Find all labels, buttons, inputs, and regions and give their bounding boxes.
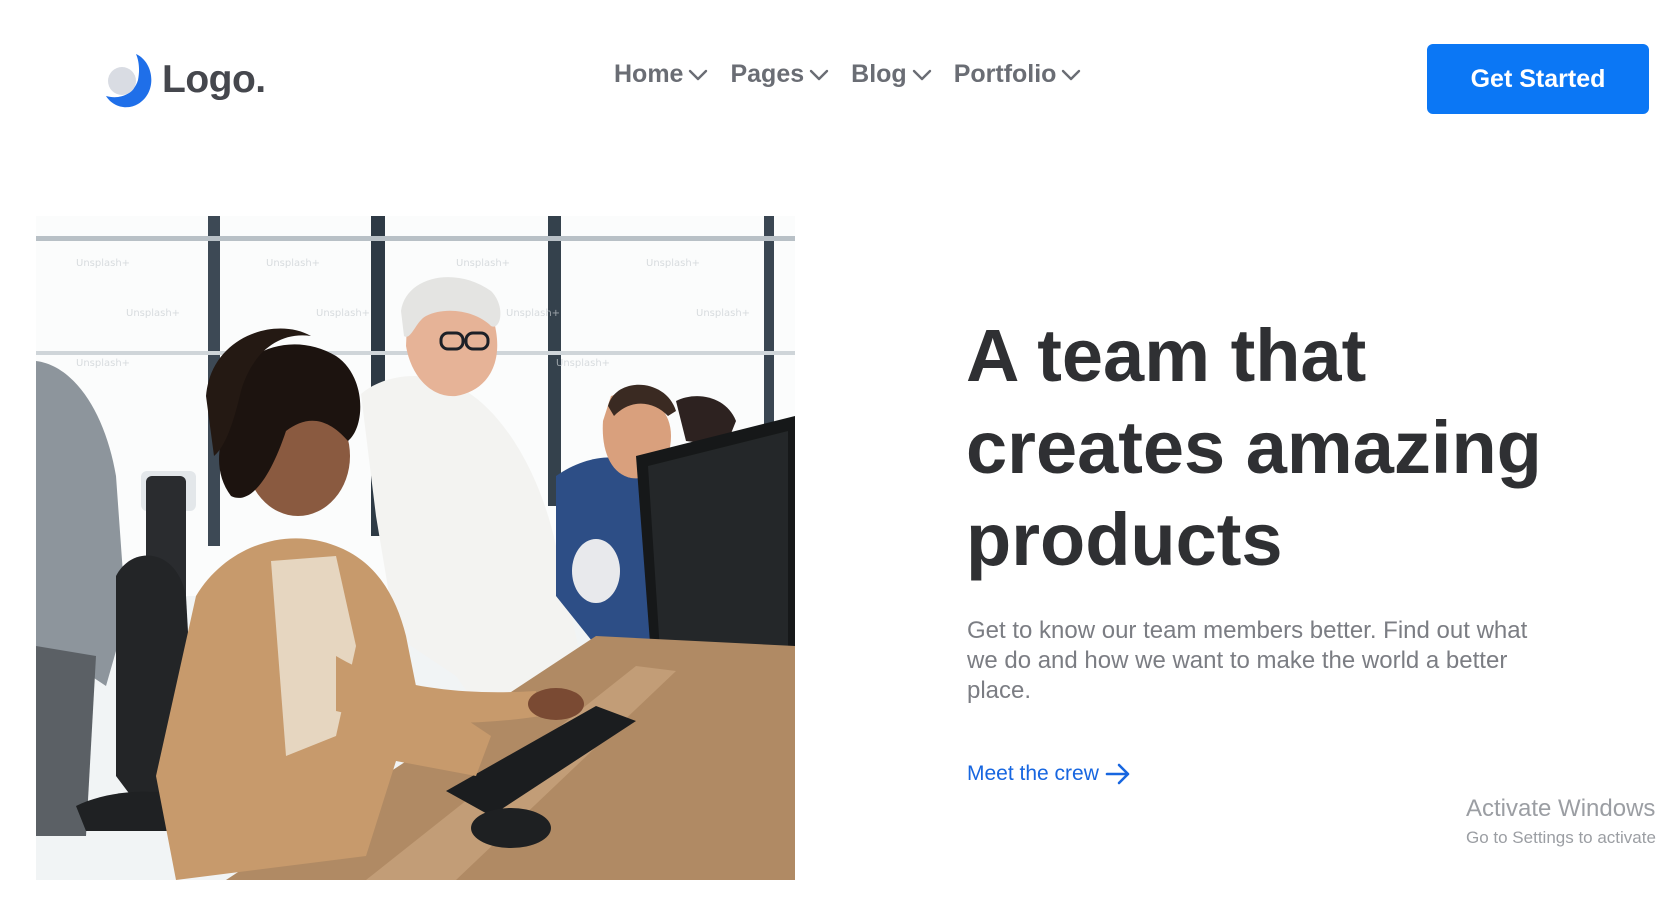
nav-item-blog[interactable]: Blog	[851, 60, 932, 89]
hero-headline: A team that creates amazing products	[966, 314, 1542, 581]
meet-the-crew-link[interactable]: Meet the crew	[967, 762, 1131, 786]
crescent-logo-icon	[106, 54, 152, 108]
svg-text:Unsplash+: Unsplash+	[76, 258, 130, 269]
svg-text:Unsplash+: Unsplash+	[506, 308, 560, 319]
nav-item-home[interactable]: Home	[614, 60, 708, 89]
nav-item-pages[interactable]: Pages	[730, 60, 829, 89]
nav-item-label: Portfolio	[953, 60, 1057, 88]
nav-item-label: Blog	[851, 60, 907, 88]
chevron-down-icon	[1062, 69, 1081, 80]
watermark-title: Activate Windows	[1466, 795, 1656, 822]
logo[interactable]: Logo.	[106, 50, 266, 110]
logo-text: Logo.	[162, 58, 266, 101]
arrow-right-icon	[1105, 763, 1130, 785]
page: Logo. Home Pages Blog Portfolio Get Star…	[0, 0, 1672, 897]
svg-text:Unsplash+: Unsplash+	[266, 258, 320, 269]
hero-photo: Unsplash+ Unsplash+ Unsplash+ Unsplash+ …	[36, 216, 795, 880]
svg-text:Unsplash+: Unsplash+	[126, 308, 180, 319]
get-started-button[interactable]: Get Started	[1427, 44, 1649, 114]
svg-text:Unsplash+: Unsplash+	[646, 258, 700, 269]
link-label: Meet the crew	[967, 762, 1099, 785]
office-team-illustration: Unsplash+ Unsplash+ Unsplash+ Unsplash+ …	[36, 216, 795, 880]
chevron-down-icon	[912, 69, 931, 80]
nav-item-label: Home	[614, 60, 684, 88]
chevron-down-icon	[689, 69, 708, 80]
svg-text:Unsplash+: Unsplash+	[316, 308, 370, 319]
main-nav: Home Pages Blog Portfolio	[614, 60, 1103, 89]
chevron-down-icon	[809, 69, 829, 80]
svg-text:Unsplash+: Unsplash+	[696, 308, 750, 319]
svg-text:Unsplash+: Unsplash+	[76, 358, 130, 369]
activate-windows-watermark: Activate Windows Go to Settings to activ…	[1466, 795, 1656, 847]
nav-item-portfolio[interactable]: Portfolio	[954, 60, 1082, 89]
nav-item-label: Pages	[730, 60, 805, 88]
hero-description: Get to know our team members better. Fin…	[967, 617, 1528, 704]
svg-text:Unsplash+: Unsplash+	[456, 258, 510, 269]
watermark-subtitle: Go to Settings to activate	[1466, 828, 1656, 847]
svg-text:Unsplash+: Unsplash+	[556, 358, 610, 369]
